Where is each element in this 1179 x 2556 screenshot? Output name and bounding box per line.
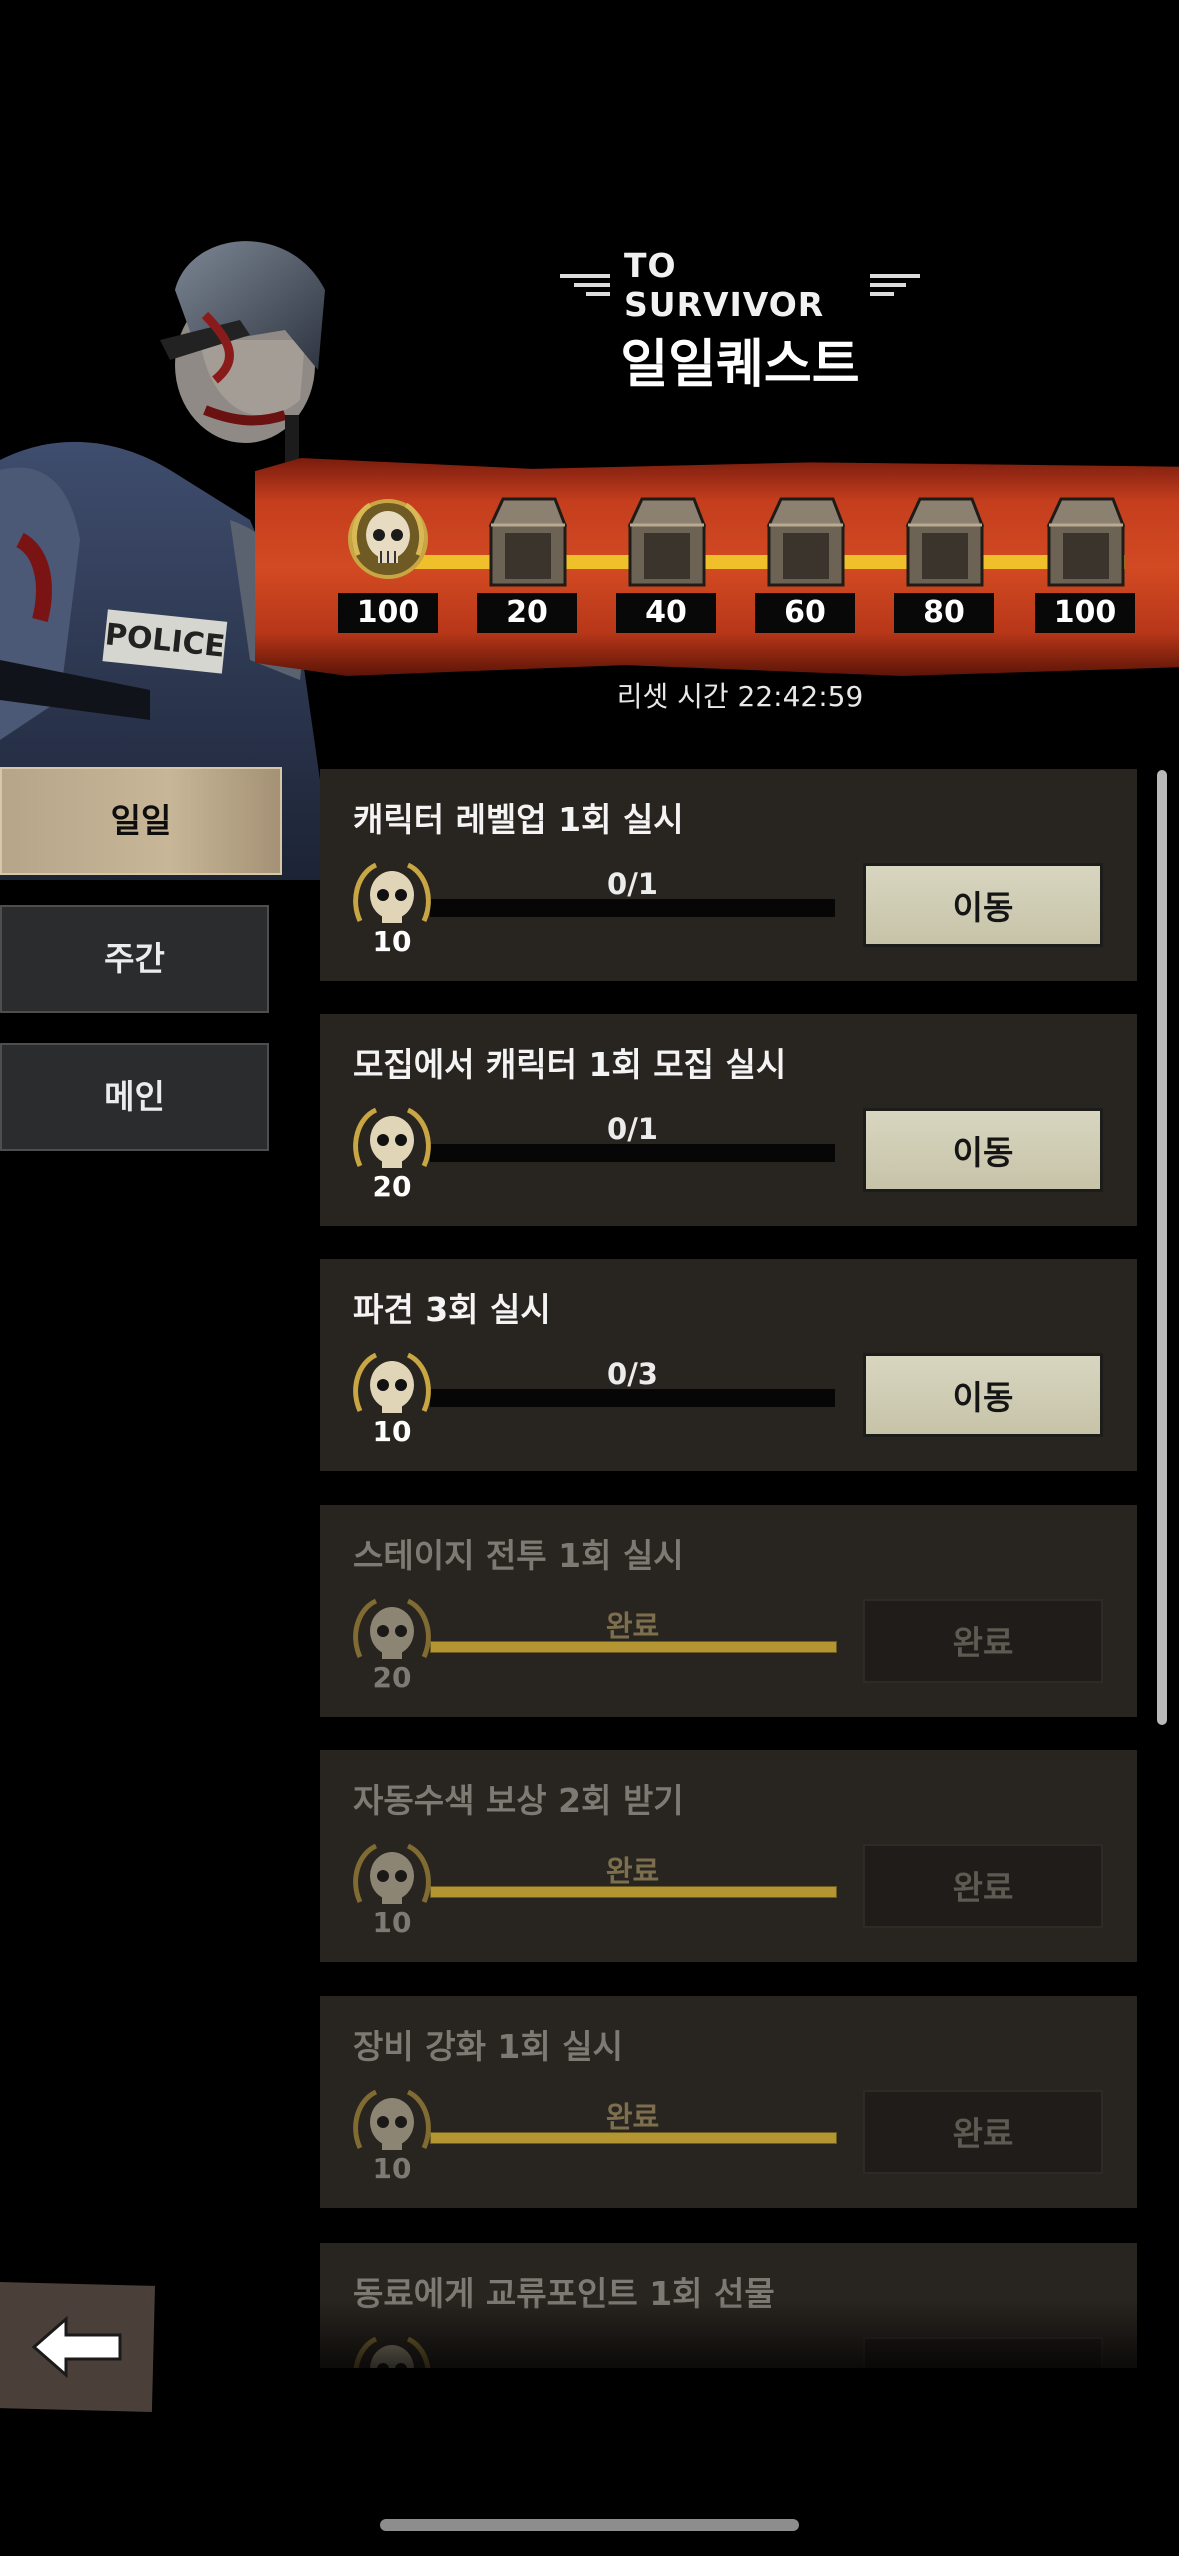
milestone-value: 100	[338, 593, 438, 633]
subtitle-text: TO SURVIVOR	[624, 246, 825, 324]
reward-amount: 10	[372, 1906, 412, 1939]
back-button[interactable]	[0, 2282, 155, 2412]
quest-title: 캐릭터 레벨업 1회 실시	[353, 800, 684, 839]
milestone-value: 60	[755, 593, 855, 633]
quest-title: 모집에서 캐릭터 1회 모집 실시	[353, 1045, 787, 1084]
chest-icon	[627, 497, 707, 587]
quest-card: 자동수색 보상 2회 받기 10 완료 완료	[320, 1750, 1137, 1962]
progress-bar	[430, 899, 835, 917]
quest-title: 장비 강화 1회 실시	[353, 2027, 623, 2066]
milestone-value: 20	[477, 593, 577, 633]
milestone-chest-80[interactable]: 80	[894, 495, 994, 641]
quest-card: 스테이지 전투 1회 실시 20 완료 완료	[320, 1505, 1137, 1717]
milestone-value: 100	[1035, 593, 1135, 633]
progress-bar	[430, 1389, 835, 1407]
progress-bar	[430, 1144, 835, 1162]
milestone-value: 40	[616, 593, 716, 633]
reset-timer: 리셋 시간 22:42:59	[616, 680, 864, 713]
home-indicator[interactable]	[380, 2519, 799, 2531]
milestone-chest-20[interactable]: 20	[477, 495, 577, 641]
milestone-value: 80	[894, 593, 994, 633]
progress-text: 완료	[605, 1609, 660, 1643]
quest-title: 자동수색 보상 2회 받기	[353, 1781, 684, 1820]
progress-text: 0/1	[607, 1112, 658, 1146]
page-title: 일일퀘스트	[620, 335, 860, 395]
quest-card: 모집에서 캐릭터 1회 모집 실시 20 0/1 이동	[320, 1014, 1137, 1226]
tab-weekly[interactable]: 주간	[0, 905, 269, 1013]
reward-amount: 20	[372, 1661, 412, 1694]
complete-button: 완료	[863, 1844, 1103, 1928]
complete-button: 완료	[863, 2090, 1103, 2174]
reward-amount: 10	[372, 925, 412, 958]
go-button[interactable]: 이동	[863, 1108, 1103, 1192]
tab-main[interactable]: 메인	[0, 1043, 269, 1151]
go-button[interactable]: 이동	[863, 1353, 1103, 1437]
header-subtitle: TO SURVIVOR	[560, 246, 920, 324]
progress-text: 완료	[605, 1854, 660, 1888]
quest-title: 파견 3회 실시	[353, 1290, 551, 1329]
quest-card: 캐릭터 레벨업 1회 실시 10 0/1 이동	[320, 769, 1137, 981]
quest-title: 스테이지 전투 1회 실시	[353, 1536, 684, 1575]
back-arrow-icon	[31, 2315, 121, 2379]
reward-amount: 10	[372, 1415, 412, 1448]
chest-icon	[905, 497, 985, 587]
chest-icon	[488, 497, 568, 587]
dash-decoration-right	[870, 274, 920, 296]
reward-amount: 10	[372, 2152, 412, 2185]
reward-amount: 20	[372, 1170, 412, 1203]
milestone-100-points[interactable]: 100	[338, 495, 438, 641]
milestone-chest-40[interactable]: 40	[616, 495, 716, 641]
milestone-chest-60[interactable]: 60	[755, 495, 855, 641]
complete-button: 완료	[863, 1599, 1103, 1683]
skull-medal-icon	[348, 499, 428, 579]
chest-icon	[766, 497, 846, 587]
milestone-chest-100[interactable]: 100	[1035, 495, 1135, 641]
go-button[interactable]: 이동	[863, 863, 1103, 947]
progress-text: 0/1	[607, 867, 658, 901]
progress-text: 0/3	[607, 1357, 658, 1391]
chest-icon	[1046, 497, 1126, 587]
quest-card: 파견 3회 실시 10 0/3 이동	[320, 1259, 1137, 1471]
progress-text: 완료	[605, 2100, 660, 2134]
tab-daily[interactable]: 일일	[0, 767, 282, 875]
dash-decoration-left	[560, 274, 610, 296]
quest-card: 장비 강화 1회 실시 10 완료 완료	[320, 1996, 1137, 2208]
scrollbar[interactable]	[1157, 770, 1167, 1725]
